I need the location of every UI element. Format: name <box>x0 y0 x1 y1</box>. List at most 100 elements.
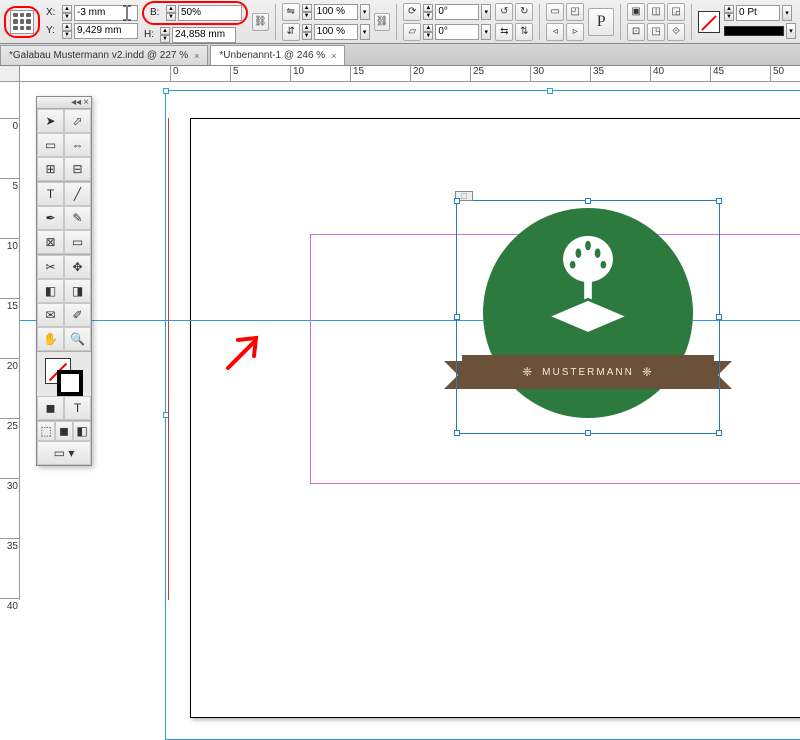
note-tool[interactable]: ✉ <box>37 303 64 327</box>
apply-gradient-icon[interactable]: ◧ <box>73 421 91 441</box>
scale-x-input[interactable] <box>314 4 358 20</box>
rotate-ccw-icon[interactable]: ↺ <box>495 3 513 21</box>
apply-none-icon[interactable]: ⬚ <box>37 421 55 441</box>
h-dn[interactable]: ▼ <box>160 35 170 43</box>
w-spinner[interactable]: ▲▼ <box>166 5 176 21</box>
eyedropper-tool[interactable]: ✐ <box>64 303 91 327</box>
pen-tool[interactable]: ✒ <box>37 206 64 230</box>
tab-label: *Galabau Mustermann v2.indd @ 227 % <box>9 50 188 61</box>
reference-point-highlight <box>4 6 40 38</box>
select-prev-icon[interactable]: ◃ <box>546 23 564 41</box>
pencil-tool[interactable]: ✎ <box>64 206 91 230</box>
w-up[interactable]: ▲ <box>166 5 176 13</box>
x-input[interactable] <box>74 5 138 21</box>
page-tool[interactable]: ▭ <box>37 133 64 157</box>
ruler-vertical[interactable]: 0510152025303540 <box>0 82 20 600</box>
w-input[interactable] <box>178 5 242 21</box>
hand-tool[interactable]: ✋ <box>37 327 64 351</box>
sy-spinner[interactable]: ▲▼ <box>302 24 312 40</box>
tab-close-icon[interactable]: × <box>331 51 336 61</box>
flip-h-icon[interactable]: ⇆ <box>495 23 513 41</box>
h-spinner[interactable]: ▲▼ <box>160 27 170 43</box>
stroke-dd[interactable]: ▾ <box>782 5 792 21</box>
select-next-icon[interactable]: ▹ <box>566 23 584 41</box>
y-spinner[interactable]: ▲▼ <box>62 23 72 39</box>
rotate-dd[interactable]: ▾ <box>481 4 491 20</box>
width-highlight: B: ▲▼ <box>142 1 248 25</box>
w-dn[interactable]: ▼ <box>166 13 176 21</box>
stroke-group <box>698 11 720 33</box>
content-collector-tool[interactable]: ⊞ <box>37 157 64 181</box>
selection-box[interactable]: ⬚ <box>456 200 720 434</box>
stroke-style-dd[interactable]: ▾ <box>786 23 796 39</box>
ruler-horizontal[interactable]: 051015202530354045505560 <box>20 66 800 82</box>
fit-frame-icon[interactable]: ◫ <box>647 3 665 21</box>
y-up[interactable]: ▲ <box>62 23 72 31</box>
shear-spinner[interactable]: ▲▼ <box>423 24 433 40</box>
tab-galabau[interactable]: *Galabau Mustermann v2.indd @ 227 % × <box>0 45 208 65</box>
x-dn[interactable]: ▼ <box>62 13 72 21</box>
zoom-tool[interactable]: 🔍 <box>64 327 91 351</box>
select-container-icon[interactable]: ▭ <box>546 3 564 21</box>
rectangle-tool[interactable]: ▭ <box>64 230 91 254</box>
constrain-scale-icon[interactable]: ⛓ <box>374 13 391 31</box>
y-input[interactable] <box>74 23 138 39</box>
h-input[interactable] <box>172 27 236 43</box>
direct-selection-tool[interactable]: ⬀ <box>64 109 91 133</box>
select-content-icon[interactable]: ◰ <box>566 3 584 21</box>
h-up[interactable]: ▲ <box>160 27 170 35</box>
stroke-weight-input[interactable] <box>736 5 780 21</box>
flip-v-icon[interactable]: ⇅ <box>515 23 533 41</box>
scale-y-icon: ⇵ <box>282 23 300 41</box>
stroke-style-swatch[interactable] <box>724 26 784 36</box>
tools-panel-header[interactable]: ◂◂ × <box>37 97 91 109</box>
gradient-feather-tool[interactable]: ◨ <box>64 279 91 303</box>
tab-unbenannt[interactable]: *Unbenannt-1 @ 246 % × <box>210 45 345 65</box>
rotate-cw-icon[interactable]: ↻ <box>515 3 533 21</box>
shear-dd[interactable]: ▾ <box>481 24 491 40</box>
shear-input[interactable] <box>435 24 479 40</box>
fill-stroke-proxy[interactable] <box>37 352 91 396</box>
free-transform-tool[interactable]: ✥ <box>64 255 91 279</box>
scale-y-dd[interactable]: ▾ <box>360 24 370 40</box>
scale-x-dd[interactable]: ▾ <box>360 4 370 20</box>
rectangle-frame-tool[interactable]: ⊠ <box>37 230 64 254</box>
type-tool[interactable]: T <box>37 182 64 206</box>
annotation-arrow-icon <box>220 328 268 379</box>
y-label: Y: <box>46 25 58 36</box>
fill-swatch[interactable] <box>698 11 720 33</box>
ruler-origin[interactable] <box>0 66 20 82</box>
tab-close-icon[interactable]: × <box>194 51 199 61</box>
stroke-spinner[interactable]: ▲▼ <box>724 5 734 21</box>
collapse-icon[interactable]: ◂◂ <box>71 97 81 108</box>
view-mode-button[interactable]: ▭ ▾ <box>37 441 91 465</box>
scissors-tool[interactable]: ✂ <box>37 255 64 279</box>
y-dn[interactable]: ▼ <box>62 31 72 39</box>
center-content-icon[interactable]: ⊡ <box>627 23 645 41</box>
line-tool[interactable]: ╱ <box>64 182 91 206</box>
gap-tool[interactable]: ⇔ <box>64 133 91 157</box>
sx-spinner[interactable]: ▲▼ <box>302 4 312 20</box>
fit-prop-icon[interactable]: ◲ <box>667 3 685 21</box>
rot-spinner[interactable]: ▲▼ <box>423 4 433 20</box>
stroke-proxy[interactable] <box>57 370 83 396</box>
tools-panel[interactable]: ◂◂ × ➤ ⬀ ▭ ⇔ ⊞ ⊟ T ╱ ✒ ✎ ⊠ ▭ ✂ ✥ ◧ ◨ ✉ ✐… <box>36 96 92 466</box>
content-placer-tool[interactable]: ⊟ <box>64 157 91 181</box>
apply-black-icon[interactable]: ◼ <box>55 421 73 441</box>
apply-text-icon[interactable]: T <box>64 396 91 420</box>
rotate-input[interactable] <box>435 4 479 20</box>
apply-color-icon[interactable]: ◼ <box>37 396 64 420</box>
close-icon[interactable]: × <box>83 97 89 108</box>
fit-content-icon[interactable]: ▣ <box>627 3 645 21</box>
gradient-swatch-tool[interactable]: ◧ <box>37 279 64 303</box>
x-spinner[interactable]: ▲▼ <box>62 5 72 21</box>
x-up[interactable]: ▲ <box>62 5 72 13</box>
canvas[interactable]: ❈ MUSTERMANN ❈ ⬚ <box>20 82 800 600</box>
paragraph-style-icon[interactable]: P <box>588 8 614 36</box>
auto-fit-icon[interactable]: ⟐ <box>667 23 685 41</box>
constrain-wh-icon[interactable]: ⛓ <box>252 13 269 31</box>
scale-y-input[interactable] <box>314 24 358 40</box>
reference-point-grid[interactable] <box>10 10 34 34</box>
fill-frame-icon[interactable]: ◳ <box>647 23 665 41</box>
selection-tool[interactable]: ➤ <box>37 109 64 133</box>
